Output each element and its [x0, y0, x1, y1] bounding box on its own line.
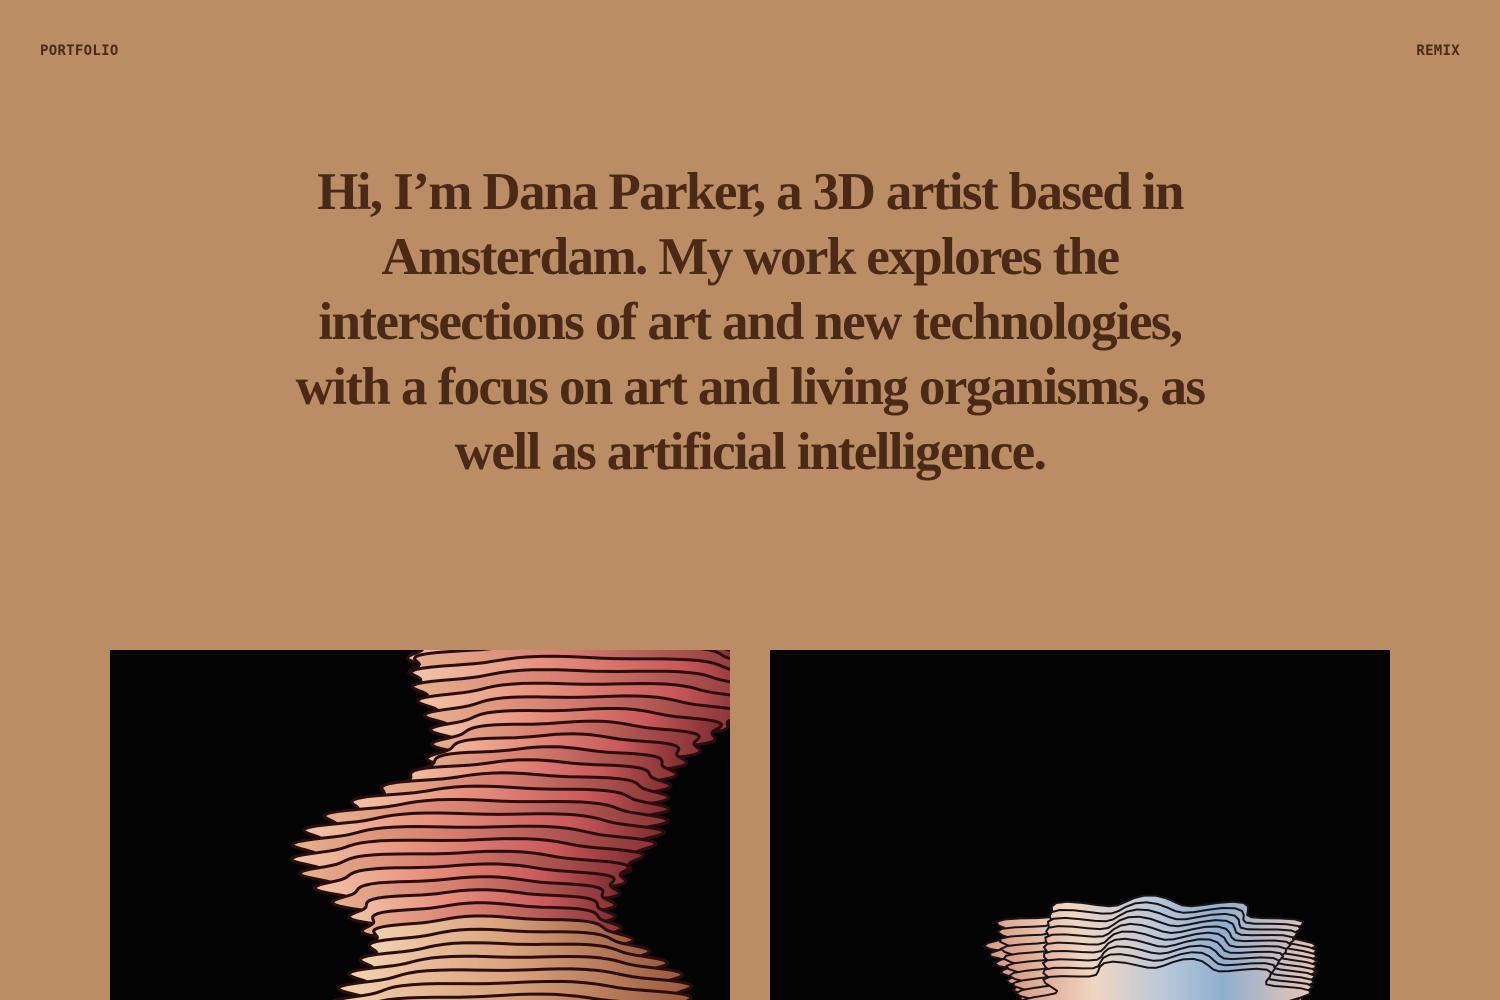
remix-link[interactable]: REMIX [1416, 43, 1460, 59]
top-bar: PORTFOLIO REMIX [40, 40, 1460, 62]
gallery [110, 650, 1390, 1000]
pastel-ripple-sculpture [981, 894, 1320, 1000]
artwork-pastel-ripple[interactable] [770, 650, 1390, 1000]
portfolio-link[interactable]: PORTFOLIO [40, 43, 119, 59]
artwork-coral-spiral[interactable] [110, 650, 730, 1000]
coral-spiral-sculpture [289, 650, 730, 1000]
intro-heading: Hi, I’m Dana Parker, a 3D artist based i… [295, 163, 1206, 481]
